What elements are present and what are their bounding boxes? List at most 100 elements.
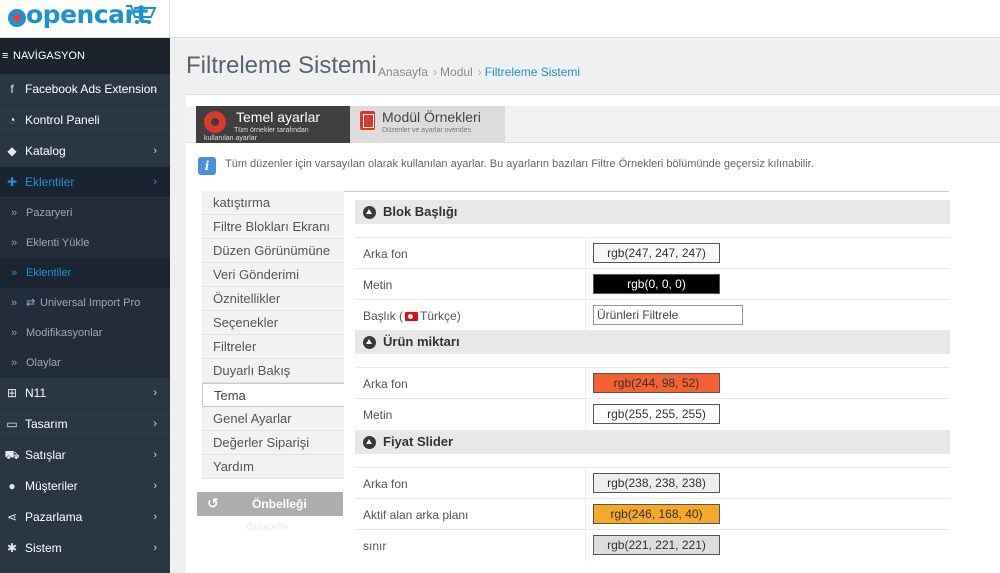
sidebar-subitem-installer[interactable]: Eklenti Yükle	[0, 228, 170, 258]
nav-header[interactable]: ≡ NAVİGASYON	[0, 38, 170, 74]
sidebar-item-marketing[interactable]: ⋖ Pazarlama ›	[0, 502, 170, 533]
refresh-cache-button[interactable]: ↺ Önbelleği	[197, 492, 343, 516]
sidebar-item-label: Tasarım	[25, 417, 68, 431]
monitor-icon: ▭	[6, 417, 18, 431]
tab-subtitle: Düzenler ve ayarlar overides	[382, 127, 472, 134]
tab-subtitle-2: kullanılan ayarlar	[204, 135, 257, 142]
color-picker-input[interactable]: rgb(255, 255, 255)	[593, 404, 720, 424]
collapse-arrow-icon	[363, 436, 376, 449]
setting-label: Başlık (Türkçe)	[363, 309, 461, 323]
breadcrumb-current[interactable]: Filtreleme Sistemi	[485, 65, 580, 79]
page-title: Filtreleme Sistemi	[186, 52, 377, 79]
sidebar-item-n11[interactable]: ⊞ N11 ›	[0, 378, 170, 409]
sidebar-item-label: Kontrol Paneli	[25, 113, 100, 127]
sidebar-subitem-extensions[interactable]: Eklentiler	[0, 258, 170, 288]
chevron-right-icon: ›	[153, 418, 157, 430]
menu-item-filter-blocks[interactable]: Filtre Blokları Ekranı	[202, 215, 344, 239]
main-panel: Temel ayarlar Tüm örnekler tarafından ku…	[186, 94, 1000, 573]
menu-icon: ≡	[2, 50, 9, 62]
refresh-cache-label: Önbelleği	[252, 497, 307, 511]
menu-item-general[interactable]: Genel Ayarlar	[202, 407, 344, 431]
puzzle-icon: ✚	[6, 175, 18, 189]
sidebar-item-label: Satışlar	[25, 448, 66, 462]
menu-item-layout-view[interactable]: Düzen Görünümüne	[202, 239, 344, 263]
setting-row: sınır rgb(221, 221, 221)	[355, 529, 950, 561]
section-header-price-slider[interactable]: Fiyat Slider	[355, 430, 950, 454]
refresh-icon: ↺	[207, 495, 219, 511]
breadcrumb-module[interactable]: Modul	[440, 65, 473, 79]
chevron-right-icon: ›	[153, 387, 157, 399]
breadcrumb-separator: ›	[433, 65, 438, 79]
share-icon: ⋖	[6, 510, 18, 524]
menu-item-theme[interactable]: Tema	[202, 383, 344, 407]
sidebar-item-customers[interactable]: ● Müşteriler ›	[0, 471, 170, 502]
cog-icon: ✱	[6, 541, 18, 555]
color-picker-input[interactable]: rgb(238, 238, 238)	[593, 473, 720, 493]
sidebar-subitem-label: Universal Import Pro	[40, 297, 141, 309]
setting-row: Metin rgb(255, 255, 255)	[355, 398, 950, 430]
setting-label-part: Başlık (	[363, 309, 404, 323]
breadcrumb-home[interactable]: Anasayfa	[378, 65, 428, 79]
refresh-cache-sublabel: Güncelle	[246, 522, 289, 533]
section-title: Fiyat Slider	[383, 434, 454, 449]
sidebar-item-label: Katalog	[25, 144, 66, 158]
sync-icon: ⇄	[26, 297, 36, 309]
color-picker-input[interactable]: rgb(221, 221, 221)	[593, 535, 720, 555]
color-picker-input[interactable]: rgb(246, 168, 40)	[593, 504, 720, 524]
chevron-right-icon: ›	[153, 542, 157, 554]
menu-item-attributes[interactable]: Öznitellikler	[202, 287, 344, 311]
block-title-input[interactable]: Ürünleri Filtrele	[593, 305, 743, 325]
sidebar-subitem-label: Eklentiler	[26, 267, 72, 279]
menu-item-embedding[interactable]: katıştırma	[202, 191, 344, 215]
sidebar-subitem-events[interactable]: Olaylar	[0, 348, 170, 378]
menu-item-help[interactable]: Yardım	[202, 455, 344, 479]
section-header-product-count[interactable]: Ürün miktarı	[355, 330, 950, 354]
sidebar-item-label: Eklentiler	[25, 175, 75, 189]
breadcrumb: Anasayfa › Modul › Filtreleme Sistemi	[378, 65, 582, 79]
collapse-arrow-icon	[363, 206, 376, 219]
sidebar-item-catalog[interactable]: ◆ Katalog ›	[0, 136, 170, 167]
sitemap-icon: ⊞	[6, 386, 18, 400]
nav-title: NAVİGASYON	[13, 50, 85, 62]
dashboard-icon: ◔	[8, 113, 16, 127]
sidebar-item-extensions[interactable]: ✚ Eklentiler ›	[0, 167, 170, 198]
logo[interactable]: opencart	[0, 0, 170, 38]
sidebar-subitem-modifications[interactable]: Modifikasyonlar	[0, 318, 170, 348]
gear-icon	[204, 111, 226, 133]
tab-module-instances[interactable]: Modül Örnekleri Düzenler ve ayarlar over…	[350, 106, 505, 143]
menu-item-value-order[interactable]: Değerler Siparişi	[202, 431, 344, 455]
section-header-block-title[interactable]: Blok Başlığı	[355, 200, 950, 224]
color-picker-input[interactable]: rgb(244, 98, 52)	[593, 373, 720, 393]
sidebar-item-sales[interactable]: ⛟ Satışlar ›	[0, 440, 170, 471]
menu-item-responsive[interactable]: Duyarlı Bakış	[202, 359, 344, 383]
section-title: Ürün miktarı	[383, 334, 460, 349]
setting-row: Arka fon rgb(244, 98, 52)	[355, 367, 950, 399]
sidebar: ≡ NAVİGASYON f Facebook Ads Extension › ◔ Ko…	[0, 38, 170, 573]
chevron-right-icon: ›	[153, 449, 157, 461]
sidebar-item-facebook[interactable]: f Facebook Ads Extension ›	[0, 74, 170, 105]
sidebar-item-dashboard[interactable]: ◔ Kontrol Paneli	[0, 105, 170, 136]
color-picker-input[interactable]: rgb(0, 0, 0)	[593, 274, 720, 294]
setting-row: Başlık (Türkçe) Ürünleri Filtrele	[355, 299, 950, 331]
menu-item-data-submission[interactable]: Veri Gönderimi	[202, 263, 344, 287]
tab-basic-settings[interactable]: Temel ayarlar Tüm örnekler tarafından ku…	[196, 106, 350, 143]
sidebar-subitem-universal-import[interactable]: ⇄ Universal Import Pro	[0, 288, 170, 318]
chevron-right-icon: ›	[153, 480, 157, 492]
sidebar-item-design[interactable]: ▭ Tasarım ›	[0, 409, 170, 440]
facebook-icon: f	[10, 82, 14, 96]
info-text: Tüm düzenler için varsayılan olarak kull…	[225, 158, 814, 170]
sidebar-item-label: N11	[25, 386, 47, 400]
tag-icon: ◆	[7, 144, 17, 158]
sidebar-item-label: Facebook Ads Extension	[25, 82, 158, 96]
menu-item-filters[interactable]: Filtreler	[202, 335, 344, 359]
sidebar-subitem-label: Modifikasyonlar	[26, 327, 103, 339]
info-icon: i	[198, 157, 216, 175]
collapse-arrow-icon	[363, 336, 376, 349]
setting-row: Aktif alan arka planı rgb(246, 168, 40)	[355, 498, 950, 530]
setting-row: Arka fon rgb(238, 238, 238)	[355, 467, 950, 499]
menu-item-options[interactable]: Seçenekler	[202, 311, 344, 335]
chevron-right-icon: ›	[153, 511, 157, 523]
sidebar-item-system[interactable]: ✱ Sistem ›	[0, 533, 170, 564]
color-picker-input[interactable]: rgb(247, 247, 247)	[593, 243, 720, 263]
sidebar-subitem-marketplace[interactable]: Pazaryeri	[0, 198, 170, 228]
